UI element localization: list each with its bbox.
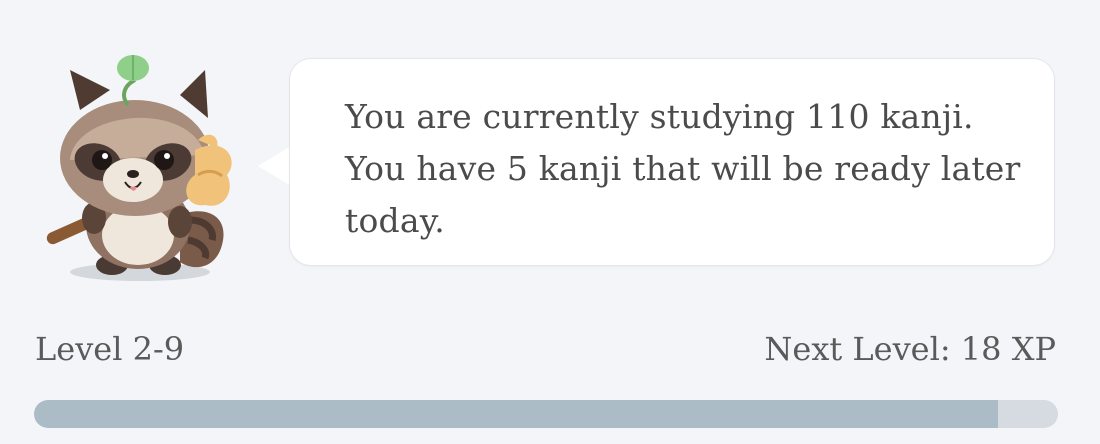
level-progress-bar — [34, 400, 1058, 428]
level-progress-fill — [34, 400, 998, 428]
speech-bubble-tail — [258, 146, 291, 186]
speech-bubble: You are currently studying 110 kanji. Yo… — [289, 58, 1055, 266]
study-status-message: You are currently studying 110 kanji. Yo… — [345, 97, 1021, 240]
level-label: Level 2-9 — [35, 330, 185, 368]
next-level-label: Next Level: 18 XP — [764, 330, 1056, 368]
tanuki-mascot-icon — [46, 55, 232, 281]
